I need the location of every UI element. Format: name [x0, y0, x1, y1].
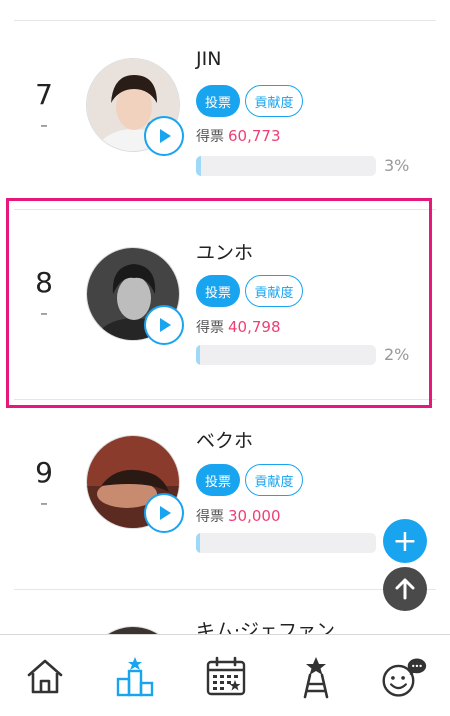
play-button[interactable] [144, 116, 184, 156]
vote-count: 得票 30,000 [196, 506, 281, 526]
arrow-up-icon [395, 578, 415, 600]
rank-change: – [40, 494, 48, 512]
ranking-icon [116, 657, 154, 697]
add-button[interactable]: + [383, 519, 427, 563]
play-icon [160, 129, 171, 143]
play-button[interactable] [144, 493, 184, 533]
artist-name: ベクホ [196, 430, 254, 452]
ranking-row-10[interactable]: キム·ジェファン [0, 590, 450, 640]
vote-count-value: 30,000 [228, 507, 281, 525]
rank-change: – [40, 116, 48, 134]
rank-number: 9 [35, 456, 53, 489]
avatar-wrap[interactable] [86, 58, 184, 156]
vote-count-label: 得票 [196, 509, 224, 525]
highlight-frame [6, 198, 432, 408]
chat-face-icon [382, 658, 427, 697]
scroll-top-button[interactable] [383, 567, 427, 611]
vote-button[interactable]: 投票 [196, 85, 240, 117]
artist-name: JIN [196, 48, 222, 70]
nav-calendar[interactable] [202, 653, 250, 701]
vote-count-value: 60,773 [228, 127, 281, 145]
vote-count-label: 得票 [196, 129, 224, 145]
vote-count: 得票 60,773 [196, 126, 281, 146]
ranking-row-7[interactable]: 7 – JIN 投票 貢献度 得票 60,773 3% [0, 20, 450, 210]
calendar-icon [206, 656, 246, 696]
play-icon [160, 506, 171, 520]
contribution-button[interactable]: 貢献度 [245, 464, 303, 496]
vote-share-bar [196, 533, 376, 553]
ranking-row-9[interactable]: 9 – ベクホ 投票 貢献度 得票30,000 2% [0, 400, 450, 590]
home-icon [27, 659, 63, 694]
nav-home[interactable] [21, 653, 69, 701]
vote-button[interactable]: 投票 [196, 464, 240, 496]
nav-community[interactable] [380, 653, 428, 701]
vote-share-percent: 3% [384, 156, 410, 175]
nav-ranking[interactable] [111, 653, 159, 701]
star-tower-icon [303, 657, 329, 699]
nav-events[interactable] [292, 653, 340, 701]
vote-share-bar-fill [196, 533, 200, 553]
bottom-navigation [0, 634, 450, 716]
rank-number: 7 [35, 78, 53, 111]
avatar-wrap[interactable] [86, 435, 184, 533]
vote-share-bar-fill [196, 156, 202, 176]
contribution-button[interactable]: 貢献度 [245, 85, 303, 117]
vote-share-bar [196, 156, 376, 176]
